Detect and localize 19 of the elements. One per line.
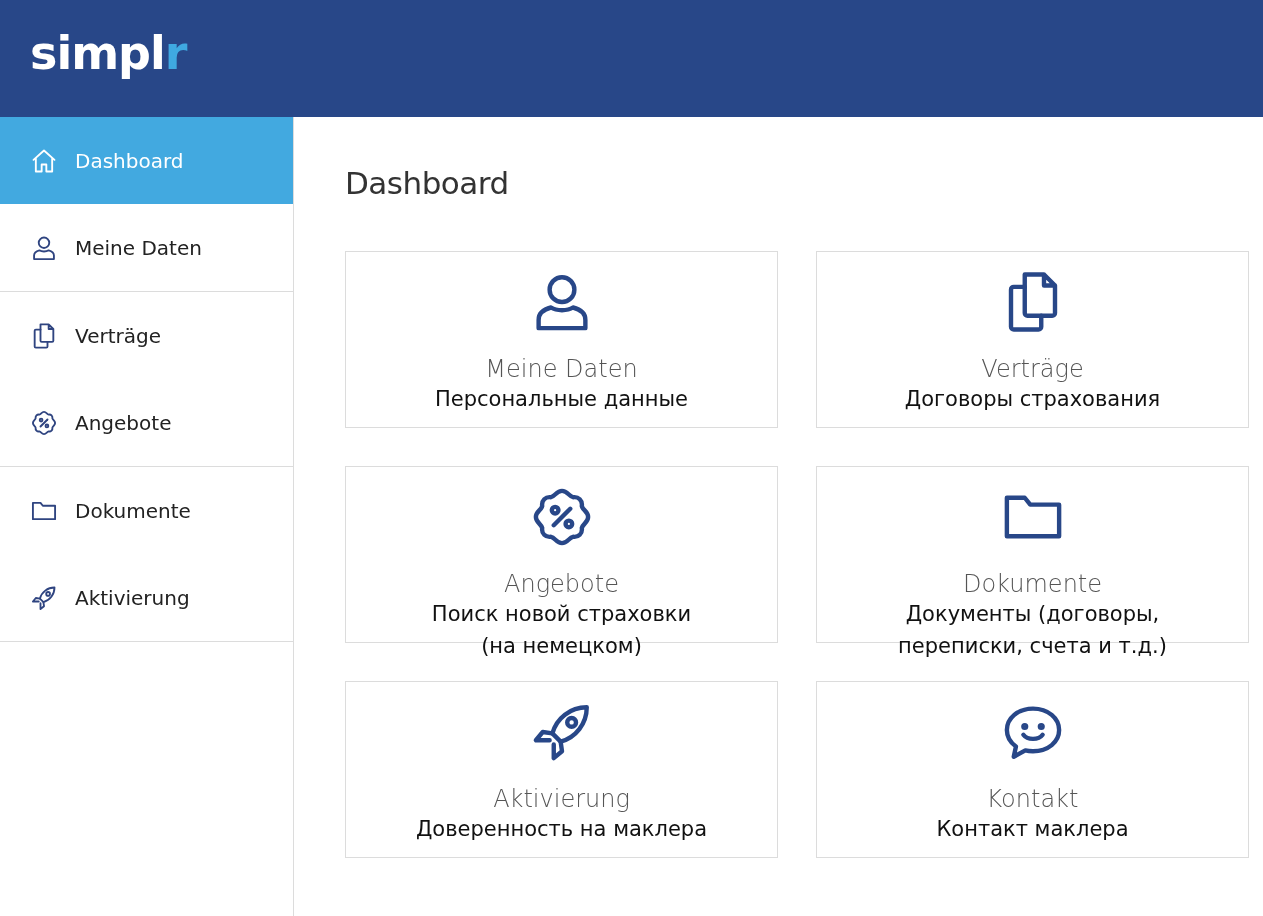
card-background[interactable] [816, 251, 1249, 428]
card-subtitle: Поиск новой страховки (на немецком) [431, 601, 692, 660]
card-subtitle: Договоры страхования [904, 386, 1161, 413]
card-title[interactable]: Meine Daten [485, 355, 638, 383]
card-title[interactable]: Dokumente [962, 570, 1103, 598]
percent-badge-icon [30, 408, 58, 437]
card-title[interactable]: Verträge [981, 355, 1084, 383]
card-title[interactable]: Kontakt [986, 785, 1079, 813]
card-subtitle: Доверенность на маклера [415, 816, 708, 843]
card-subtitle: Документы (договоры, переписки, счета и т.д.) [898, 601, 1167, 660]
card-subtitle: Контакт маклера [936, 816, 1129, 843]
card-title[interactable]: Aktivierung [493, 785, 630, 813]
card-subtitle: Персональные данные [434, 386, 689, 413]
logo[interactable]: simplr [30, 25, 187, 80]
card-background[interactable] [816, 681, 1249, 858]
card-title[interactable]: Angebote [504, 570, 619, 598]
page-title: Dashboard [345, 165, 510, 201]
card-background[interactable] [345, 681, 778, 858]
card-background[interactable] [345, 251, 778, 428]
